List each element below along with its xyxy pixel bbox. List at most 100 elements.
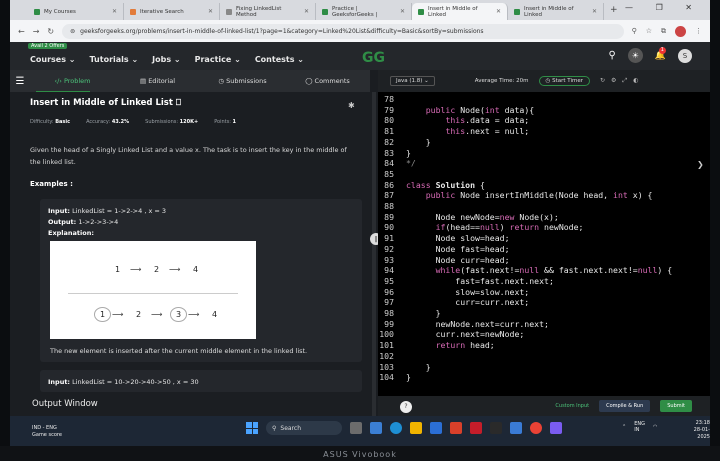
pane-divider[interactable] xyxy=(372,92,376,416)
windows-start-icon[interactable] xyxy=(246,422,258,434)
hamburger-menu-icon[interactable]: ☰ xyxy=(10,76,30,87)
keyboard-indicator[interactable]: IND - ENG Game score xyxy=(32,425,62,439)
code-line[interactable]: 91 Node slow=head; xyxy=(378,233,710,244)
code-line[interactable]: 97 curr=curr.next; xyxy=(378,297,710,308)
code-line[interactable]: 81 this.next = null; xyxy=(378,126,710,137)
output-window-bar[interactable]: Output Window xyxy=(10,392,372,416)
new-tab-button[interactable]: + xyxy=(610,5,618,15)
settings-icon[interactable]: ⚙ xyxy=(611,77,622,84)
nav-courses[interactable]: Courses ⌄ xyxy=(30,55,75,64)
browser-menu-icon[interactable]: ⋮ xyxy=(695,27,702,35)
gfg-logo[interactable]: GG xyxy=(362,50,385,66)
code-line[interactable]: 92 Node fast=head; xyxy=(378,244,710,255)
close-tab-icon[interactable]: ✕ xyxy=(400,8,405,15)
wifi-icon[interactable]: ◠ xyxy=(653,424,657,430)
office-icon[interactable] xyxy=(450,422,462,434)
editor-minimap-toggle-icon[interactable]: ❯ xyxy=(697,160,705,169)
taskbar-search[interactable]: ⚲ Search xyxy=(266,421,342,435)
code-line[interactable]: 84 */ xyxy=(378,158,710,169)
custom-input-button[interactable]: Custom Input xyxy=(555,403,589,409)
close-tab-icon[interactable]: ✕ xyxy=(208,8,213,15)
file-explorer-icon[interactable] xyxy=(410,422,422,434)
browser-tab[interactable]: Practice | GeeksforGeeks | ✕ xyxy=(316,3,412,20)
code-line[interactable]: 99 newNode.next=curr.next; xyxy=(378,319,710,330)
zoom-icon[interactable]: ⚲ xyxy=(632,27,637,35)
code-line[interactable]: 96 slow=slow.next; xyxy=(378,287,710,298)
browser-tab[interactable]: Insert in Middle of Linked ✕ xyxy=(412,3,508,20)
code-line[interactable]: 90 if(head==null) return newNode; xyxy=(378,222,710,233)
tab-submissions[interactable]: ◷ Submissions xyxy=(200,77,285,85)
compile-run-button[interactable]: Compile & Run xyxy=(599,400,651,412)
nav-jobs[interactable]: Jobs ⌄ xyxy=(152,55,180,64)
tray-chevron-icon[interactable]: ⌃ xyxy=(622,424,626,430)
back-icon[interactable]: ← xyxy=(18,27,25,36)
reload-icon[interactable]: ↻ xyxy=(47,27,54,36)
theme-icon[interactable]: ◐ xyxy=(633,77,644,84)
offer-badge[interactable]: Avail 2 Offers xyxy=(28,43,68,49)
code-line[interactable]: 85 xyxy=(378,169,710,180)
user-avatar[interactable]: S xyxy=(678,48,692,63)
extensions-icon[interactable]: ⧉ xyxy=(661,27,666,36)
browser-tab[interactable]: Iterative Search ✕ xyxy=(124,3,220,20)
edge-browser-icon[interactable] xyxy=(390,422,402,434)
start-timer-button[interactable]: ◷ Start Timer xyxy=(538,76,590,86)
code-editor[interactable]: 78 79 public Node(int data){80 this.data … xyxy=(378,92,710,396)
language-indicator[interactable]: ENG IN xyxy=(634,421,645,433)
close-tab-icon[interactable]: ✕ xyxy=(496,8,501,15)
bookmark-star-icon[interactable]: ☆ xyxy=(646,27,652,35)
code-line[interactable]: 104} xyxy=(378,372,710,383)
code-line[interactable]: 100 curr.next=newNode; xyxy=(378,329,710,340)
fullscreen-icon[interactable]: ⤢ xyxy=(622,77,633,84)
code-line[interactable]: 88 xyxy=(378,201,710,212)
browser-tab[interactable]: Fixing LinkedList Method ✕ xyxy=(220,3,316,20)
code-line[interactable]: 103 } xyxy=(378,362,710,373)
code-line[interactable]: 102 xyxy=(378,351,710,362)
search-icon[interactable]: ⚲ xyxy=(608,50,615,61)
code-line[interactable]: 80 this.data = data; xyxy=(378,115,710,126)
nav-contests[interactable]: Contests ⌄ xyxy=(255,55,304,64)
code-line[interactable]: 79 public Node(int data){ xyxy=(378,105,710,116)
notification-bell-icon[interactable]: 🔔 1 xyxy=(655,46,666,61)
app-icon[interactable] xyxy=(510,422,522,434)
help-icon[interactable]: ? xyxy=(400,401,412,413)
submit-button[interactable]: Submit xyxy=(660,400,692,412)
tab-editorial[interactable]: ▤ Editorial xyxy=(115,77,200,85)
taskbar-clock[interactable]: 23:18 28-01-2025 xyxy=(682,420,710,441)
widgets-icon[interactable] xyxy=(370,422,382,434)
profile-avatar-small[interactable] xyxy=(675,25,686,37)
bookmark-icon[interactable]: ⎕ xyxy=(176,98,181,108)
language-select[interactable]: Java (1.8) ⌄ xyxy=(390,76,435,86)
tab-comments[interactable]: ◯ Comments xyxy=(285,77,370,85)
nav-tutorials[interactable]: Tutorials ⌄ xyxy=(89,55,138,64)
tab-problem[interactable]: ‹/› Problem xyxy=(30,77,115,85)
url-field[interactable]: ⊜ geeksforgeeks.org/problems/insert-in-m… xyxy=(62,23,624,39)
code-line[interactable]: 95 fast=fast.next.next; xyxy=(378,276,710,287)
close-tab-icon[interactable]: ✕ xyxy=(304,8,309,15)
browser-tab[interactable]: My Courses ✕ xyxy=(28,3,124,20)
task-view-icon[interactable] xyxy=(350,422,362,434)
theme-toggle-icon[interactable]: ☀ xyxy=(627,48,643,63)
code-line[interactable]: 98 } xyxy=(378,308,710,319)
chrome-icon[interactable] xyxy=(530,422,542,434)
browser-tab[interactable]: Insert in Middle of Linked ✕ xyxy=(508,3,604,20)
code-line[interactable]: 101 return head; xyxy=(378,340,710,351)
mcafee-icon[interactable] xyxy=(470,422,482,434)
terminal-icon[interactable] xyxy=(490,422,502,434)
forward-icon[interactable]: → xyxy=(33,27,40,36)
code-line[interactable]: 83} xyxy=(378,148,710,159)
site-info-icon[interactable]: ⊜ xyxy=(70,28,75,35)
bug-report-icon[interactable]: ✱ xyxy=(348,101,355,110)
code-line[interactable]: 94 while(fast.next!=null && fast.next.ne… xyxy=(378,265,710,276)
code-line[interactable]: 78 xyxy=(378,94,710,105)
code-line[interactable]: 86 class Solution { xyxy=(378,180,710,191)
close-tab-icon[interactable]: ✕ xyxy=(112,8,117,15)
close-tab-icon[interactable]: ✕ xyxy=(592,8,597,15)
window-controls[interactable]: — ❐ ✕ xyxy=(625,3,702,12)
code-line[interactable]: 82 } xyxy=(378,137,710,148)
code-line[interactable]: 89 Node newNode=new Node(x); xyxy=(378,212,710,223)
nav-practice[interactable]: Practice ⌄ xyxy=(195,55,241,64)
refresh-icon[interactable]: ↻ xyxy=(600,77,611,84)
store-icon[interactable] xyxy=(430,422,442,434)
code-line[interactable]: 93 Node curr=head; xyxy=(378,255,710,266)
app-icon[interactable] xyxy=(550,422,562,434)
